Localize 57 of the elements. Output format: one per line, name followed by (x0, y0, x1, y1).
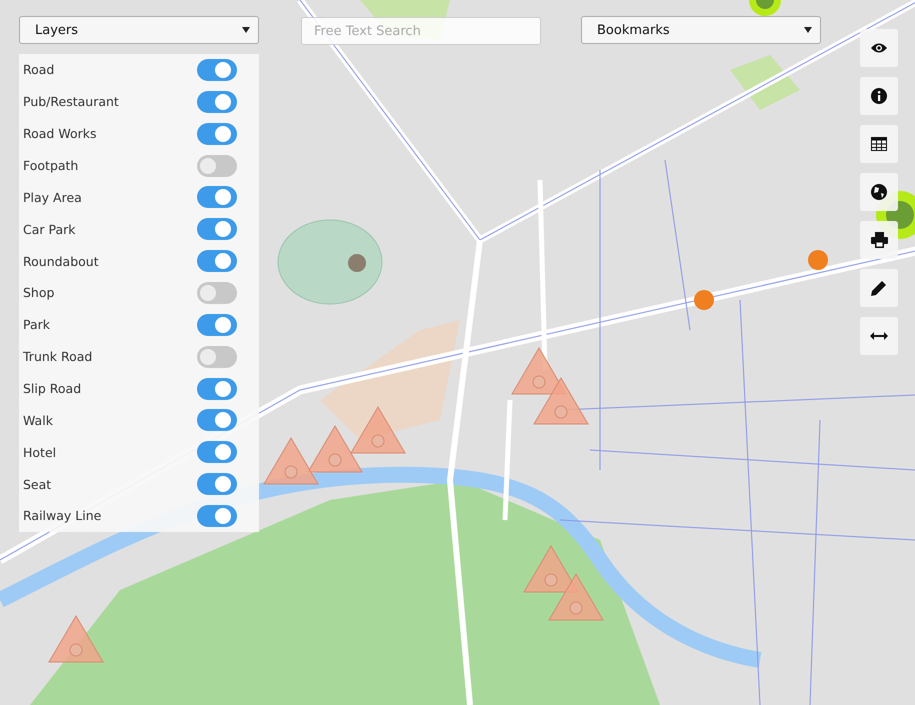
globe-button[interactable] (860, 173, 898, 211)
triangle-marker-icon[interactable] (307, 425, 363, 472)
info-icon (871, 88, 887, 104)
layer-toggle[interactable] (197, 473, 237, 496)
layer-label: Footpath (23, 158, 78, 173)
pencil-icon (871, 280, 887, 296)
layer-label: Shop (23, 285, 54, 300)
table-button[interactable] (860, 125, 898, 163)
globe-icon (871, 184, 887, 200)
triangle-marker-icon[interactable] (533, 377, 589, 424)
print-button[interactable] (860, 221, 898, 259)
print-icon (870, 232, 888, 248)
search-field[interactable]: Free Text Search (301, 17, 541, 45)
layer-label: Railway Line (23, 508, 102, 524)
bookmarks-dropdown[interactable]: Bookmarks (581, 16, 821, 44)
eye-icon (870, 42, 888, 54)
layer-label: Pub/Restaurant (23, 94, 119, 110)
caret-icon (804, 27, 812, 33)
triangle-marker-icon[interactable] (263, 437, 319, 484)
layer-label: Road (23, 62, 54, 78)
layer-label: Car Park (23, 222, 76, 237)
caret-icon (242, 27, 250, 33)
circle-marker-icon[interactable] (749, 0, 781, 16)
table-icon (871, 137, 887, 151)
layer-toggle[interactable] (197, 58, 237, 81)
layer-toggle[interactable] (197, 409, 237, 432)
layer-label: Hotel (23, 444, 56, 460)
layer-label: Walk (23, 412, 53, 428)
layer-toggle[interactable] (197, 122, 237, 145)
triangle-marker-icon[interactable] (548, 573, 604, 620)
resize-button[interactable] (860, 317, 898, 355)
triangle-marker-icon[interactable] (350, 406, 406, 454)
layer-toggle[interactable] (197, 282, 237, 304)
layer-label: Roundabout (23, 254, 99, 269)
layers-dropdown[interactable]: Layers (19, 16, 259, 44)
layer-label: Road Works (23, 126, 97, 142)
layer-toggle[interactable] (197, 441, 237, 464)
layer-label: Play Area (23, 190, 82, 205)
layer-toggle[interactable] (197, 504, 237, 527)
layer-toggle[interactable] (197, 186, 237, 208)
layer-toggle[interactable] (197, 314, 237, 336)
layer-label: Slip Road (23, 381, 82, 396)
layer-toggle[interactable] (197, 218, 237, 240)
info-button[interactable] (860, 77, 898, 115)
arrows-icon (870, 332, 888, 340)
layer-label: Seat (23, 476, 52, 492)
layer-label: Park (23, 317, 50, 332)
layer-toggle[interactable] (197, 90, 237, 113)
layer-label: Trunk Road (23, 349, 92, 364)
pencil-button[interactable] (860, 269, 898, 307)
layer-toggle[interactable] (197, 346, 237, 368)
park-area (730, 55, 800, 110)
triangle-marker-icon[interactable] (48, 615, 104, 662)
eye-button[interactable] (860, 29, 898, 67)
layer-toggle[interactable] (197, 154, 237, 176)
layer-toggle[interactable] (197, 250, 237, 272)
layer-toggle[interactable] (197, 378, 237, 400)
